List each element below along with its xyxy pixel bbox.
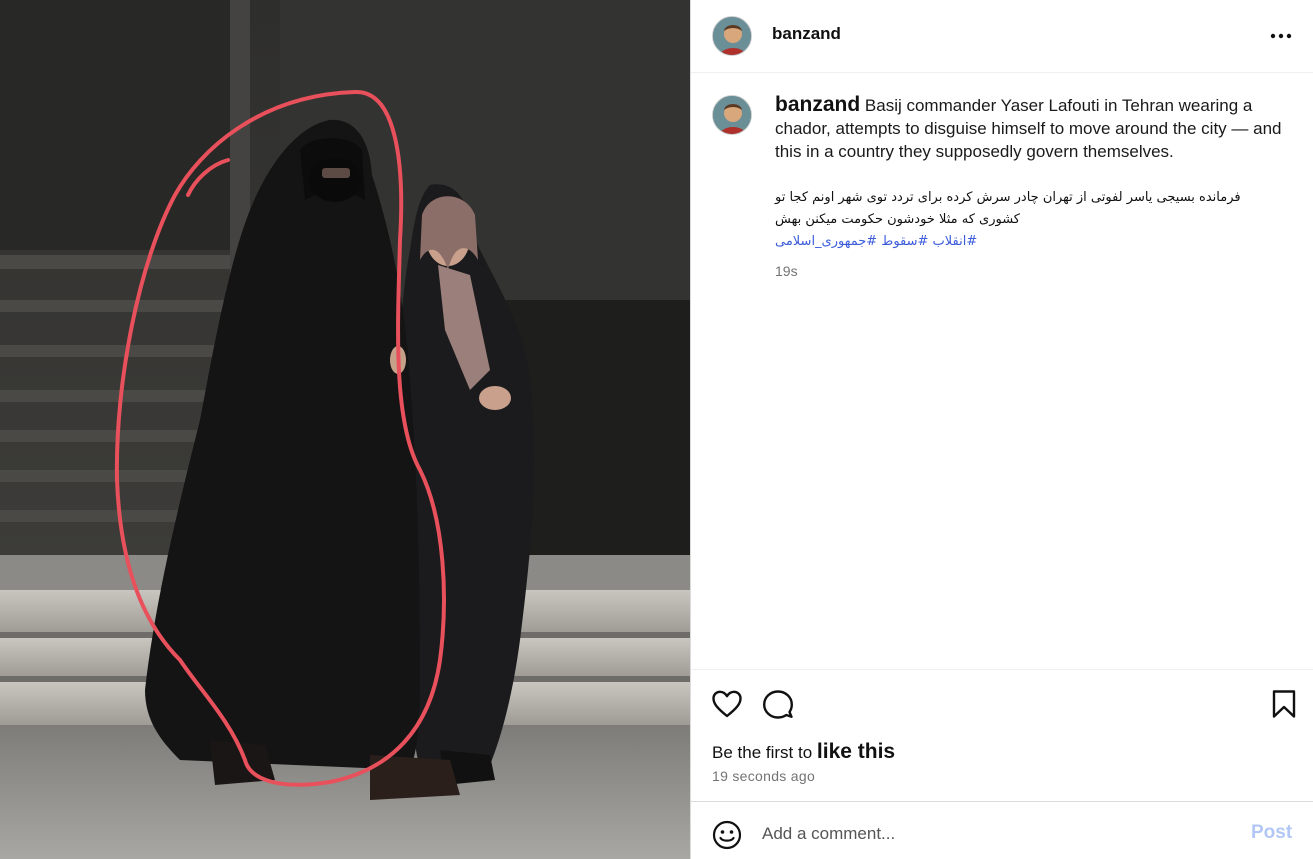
- emoji-icon[interactable]: [711, 819, 743, 851]
- like-this-link[interactable]: like this: [817, 740, 895, 763]
- avatar[interactable]: [712, 16, 752, 56]
- post-image[interactable]: [0, 0, 690, 859]
- caption-area: banzand Basij commander Yaser Lafouti in…: [691, 73, 1313, 669]
- caption-avatar[interactable]: [712, 95, 752, 135]
- post-photo: [0, 0, 690, 859]
- caption-persian-line: کشوری که مثلا خودشون حکومت میکنن بهش: [775, 212, 1020, 227]
- comment-bubble-icon[interactable]: [762, 689, 794, 719]
- bookmark-icon[interactable]: [1271, 689, 1297, 719]
- post-timestamp: 19 seconds ago: [712, 768, 816, 784]
- comment-input[interactable]: [762, 820, 1222, 848]
- caption-persian: فرمانده بسیجی یاسر لفوتی از تهران چادر س…: [775, 187, 1275, 253]
- caption-persian-line: فرمانده بسیجی یاسر لفوتی از تهران چادر س…: [775, 190, 1241, 205]
- avatar-image: [713, 17, 751, 55]
- heart-icon[interactable]: [711, 689, 743, 719]
- caption-text: banzand Basij commander Yaser Lafouti in…: [775, 93, 1285, 163]
- caption-hashtags[interactable]: #انقلاب #سقوط #جمهوری_اسلامی: [775, 231, 1275, 253]
- post-comment-button[interactable]: Post: [1251, 822, 1292, 844]
- caption-username[interactable]: banzand: [775, 93, 860, 116]
- caption-time: 19s: [775, 263, 798, 279]
- likes-prefix: Be the first to: [712, 743, 813, 762]
- avatar-image: [713, 96, 751, 134]
- post-actions: Be the first to like this 19 seconds ago: [691, 669, 1313, 801]
- comment-bar: Post: [691, 801, 1313, 859]
- more-options-icon[interactable]: [1268, 26, 1294, 46]
- post-side-panel: banzand banzand Basij commander Yaser La…: [690, 0, 1313, 859]
- header-username[interactable]: banzand: [772, 24, 841, 44]
- post-header: banzand: [691, 0, 1313, 73]
- likes-summary: Be the first to like this: [712, 740, 895, 764]
